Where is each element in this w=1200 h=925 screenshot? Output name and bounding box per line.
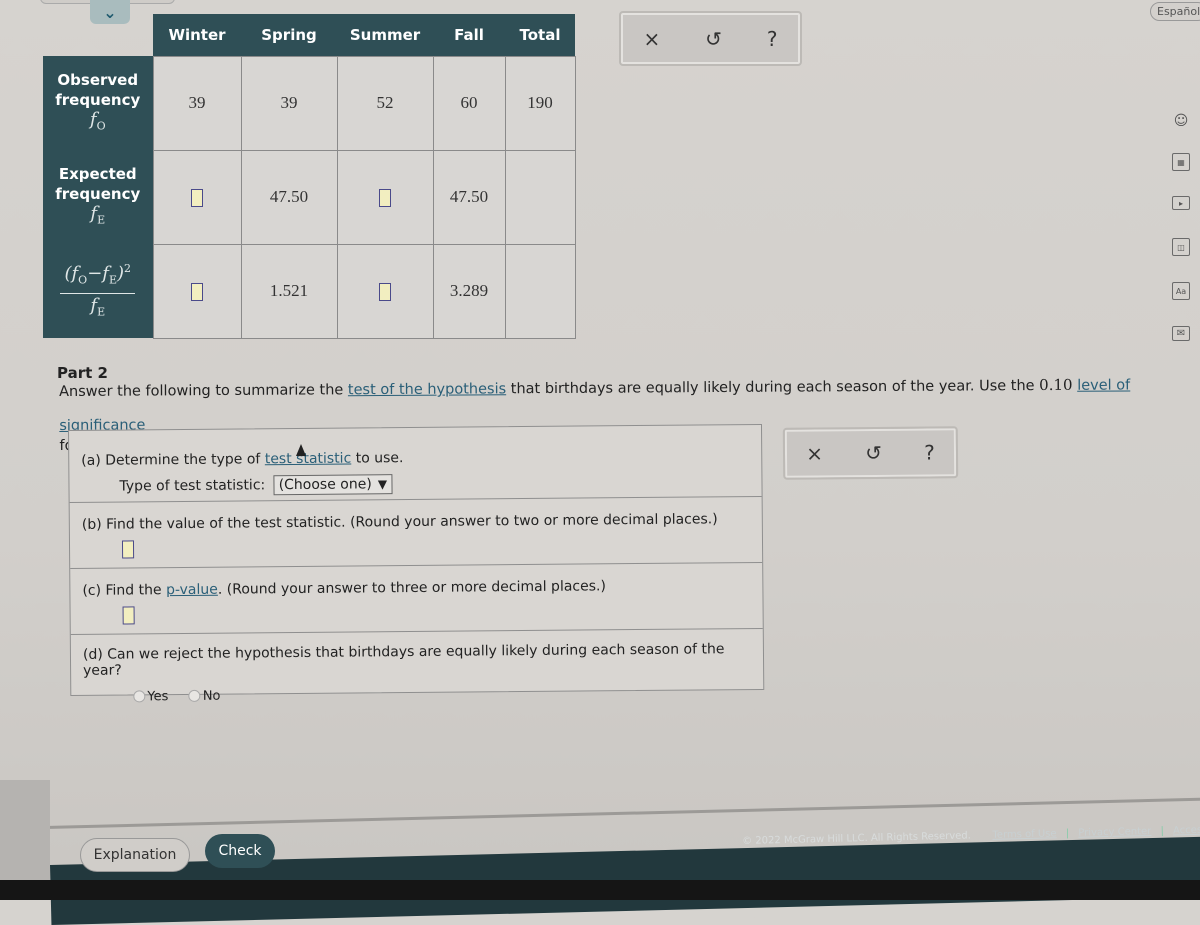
explanation-button[interactable]: Explanation [80, 838, 190, 872]
select-label: Type of test statistic: [119, 477, 266, 495]
symbol-fo: fO [89, 108, 106, 133]
radio-no[interactable] [188, 689, 201, 702]
chi-spring: 1.521 [240, 243, 338, 339]
glossary-icon[interactable]: Aa [1172, 282, 1190, 300]
ebook-icon[interactable]: ◫ [1172, 238, 1190, 256]
language-button[interactable]: Español [1150, 2, 1200, 21]
column-header-summer: Summer [337, 14, 433, 56]
column-header-fall: Fall [433, 14, 505, 56]
part2-tool-panel: × ↺ ? [782, 426, 959, 480]
chi-winter [152, 243, 242, 339]
column-header-total: Total [505, 14, 575, 56]
test-of-hypothesis-link[interactable]: test of the hypothesis [348, 381, 506, 398]
row-label-line2: frequency [55, 90, 141, 109]
chi-summer [336, 243, 434, 339]
part1-tool-panel: × ↺ ? [619, 11, 802, 66]
privacy-link[interactable]: Privacy Center [1078, 826, 1151, 839]
question-d: (d) Can we reject the hypothesis that bi… [82, 641, 725, 705]
column-header-spring: Spring [241, 14, 337, 56]
frequency-table: Winter Spring Summer Fall Total Observed… [43, 14, 576, 339]
radio-yes[interactable] [133, 690, 146, 703]
message-icon[interactable]: ✉ [1172, 326, 1190, 341]
row-header-chi-formula: (fO−fE)2 fE [43, 244, 153, 338]
observed-summer: 52 [336, 55, 434, 151]
p-value-link[interactable]: p-value [166, 582, 218, 598]
formula-denominator: fE [90, 295, 106, 319]
significance-value: 0.10 [1039, 375, 1073, 395]
symbol-fe: fE [90, 202, 106, 227]
formula-numerator: (fO−fE)2 [60, 259, 136, 294]
check-button[interactable]: Check [205, 834, 275, 868]
expected-total [504, 149, 576, 245]
table-row-observed: Observed frequency fO 39 39 52 60 190 [43, 55, 576, 151]
expected-winter [152, 149, 242, 245]
column-header-winter: Winter [153, 14, 241, 56]
expected-fall: 47.50 [432, 149, 506, 245]
calculator-icon[interactable]: ▦ [1172, 153, 1190, 171]
table-header-row: Winter Spring Summer Fall Total [43, 14, 575, 56]
test-statistic-select[interactable]: (Choose one) ▼ [273, 474, 393, 496]
expected-summer-input[interactable] [379, 189, 391, 208]
observed-fall: 60 [432, 55, 506, 151]
question-b: (b) Find the value of the test statistic… [69, 496, 763, 569]
row-label-line1: Observed [57, 70, 139, 89]
undo-icon[interactable]: ↺ [865, 441, 882, 465]
help-icon[interactable]: ? [767, 27, 778, 51]
terms-link[interactable]: Terms of Use [992, 828, 1056, 841]
questions-box: (a) Determine the type of test statistic… [68, 423, 765, 705]
row-label-line1: Expected [58, 164, 137, 183]
chi-fall: 3.289 [432, 243, 506, 339]
chi-winter-input[interactable] [191, 283, 203, 302]
question-c: (c) Find the p-value. (Round your answer… [70, 562, 763, 635]
table-row-chi-component: (fO−fE)2 fE 1.521 3.289 [43, 243, 576, 339]
chi-summer-input[interactable] [379, 283, 391, 302]
video-icon[interactable]: ▸ [1172, 196, 1190, 210]
accessibility-link[interactable]: Accessibility [1173, 824, 1200, 837]
undo-icon[interactable]: ↺ [705, 27, 722, 51]
close-icon[interactable]: × [643, 27, 660, 51]
observed-total: 190 [504, 55, 576, 151]
test-statistic-value-input[interactable] [121, 540, 135, 559]
row-header-expected: Expected frequency fE [43, 150, 153, 244]
chi-total [504, 243, 576, 339]
mouse-cursor [296, 444, 306, 456]
test-statistic-link[interactable]: test statistic [265, 451, 352, 468]
expected-winter-input[interactable] [191, 189, 203, 208]
question-a: (a) Determine the type of test statistic… [69, 424, 762, 503]
divider [45, 797, 1200, 829]
observed-spring: 39 [240, 55, 338, 151]
expected-summer [336, 149, 434, 245]
table-row-expected: Expected frequency fE 47.50 47.50 [43, 149, 576, 245]
p-value-input[interactable] [122, 606, 135, 625]
close-icon[interactable]: × [806, 441, 823, 465]
row-header-observed: Observed frequency fO [43, 56, 153, 150]
expected-spring: 47.50 [240, 149, 338, 245]
dropdown-arrow-icon: ▼ [377, 477, 388, 492]
table-corner [43, 14, 153, 56]
help-icon[interactable]: ? [924, 440, 935, 464]
observed-winter: 39 [152, 55, 242, 151]
chi-component-formula: (fO−fE)2 fE [60, 259, 136, 322]
ask-tutor-icon[interactable]: ☺ [1172, 112, 1190, 130]
screen-bezel [0, 880, 1200, 900]
row-label-line2: frequency [55, 184, 141, 203]
